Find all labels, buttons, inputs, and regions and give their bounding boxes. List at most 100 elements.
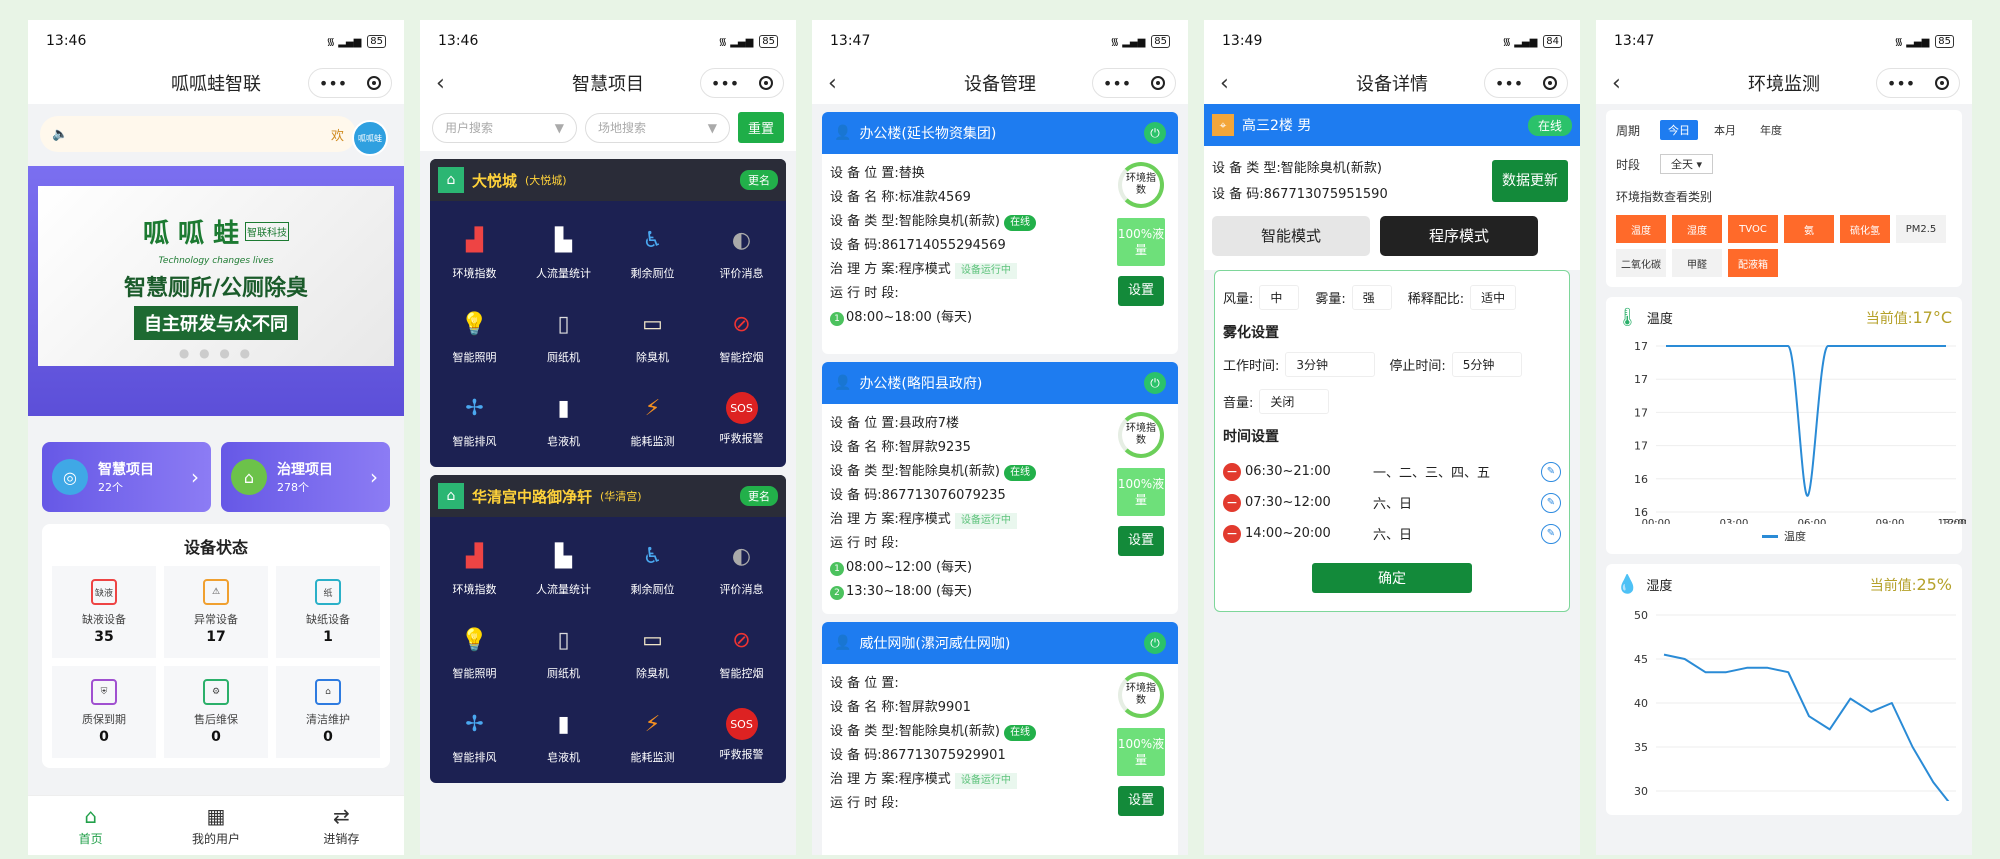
close-target-icon[interactable]	[759, 76, 774, 90]
remove-icon[interactable]: −	[1223, 462, 1241, 481]
status-abnormal[interactable]: ⚠ 异常设备 17	[164, 566, 268, 658]
site-search-select[interactable]: 场地搜索 ▼	[585, 112, 730, 143]
feature-soap[interactable]: ▮ 皂液机	[519, 693, 608, 777]
mini-capsule[interactable]: •••	[700, 68, 784, 98]
more-icon[interactable]: •••	[1495, 74, 1523, 93]
close-target-icon[interactable]	[1151, 76, 1166, 90]
stop-time-select[interactable]: 5分钟	[1451, 352, 1522, 377]
feature-lighting[interactable]: 💡 智能照明	[430, 293, 519, 377]
status-cleaning[interactable]: ⌂ 清洁维护 0	[276, 666, 380, 758]
feature-paper[interactable]: ▯ 厕纸机	[519, 609, 608, 693]
power-icon[interactable]: ⏻	[1144, 122, 1166, 144]
feature-deodorizer[interactable]: ▭ 除臭机	[608, 609, 697, 693]
cat-ammonia[interactable]: 氨	[1784, 215, 1834, 243]
status-aftersale[interactable]: ⚙ 售后维保 0	[164, 666, 268, 758]
feature-env-index[interactable]: ▟ 环境指数	[430, 209, 519, 293]
period-year[interactable]: 年度	[1752, 120, 1790, 140]
back-icon[interactable]: ‹	[1612, 71, 1621, 96]
status-warranty[interactable]: ⛨ 质保到期 0	[52, 666, 156, 758]
cat-liquid-box[interactable]: 配液箱	[1728, 249, 1778, 277]
env-index-ring[interactable]: 环境指数	[1118, 162, 1164, 208]
update-data-button[interactable]: 数据更新	[1492, 160, 1568, 202]
more-icon[interactable]: •••	[711, 74, 739, 93]
cat-pm25[interactable]: PM2.5	[1896, 215, 1946, 243]
more-icon[interactable]: •••	[319, 74, 347, 93]
ratio-select[interactable]: 适中	[1470, 285, 1517, 310]
feature-review[interactable]: ◐ 评价消息	[697, 209, 786, 293]
settings-button[interactable]: 设置	[1117, 786, 1164, 816]
notice-bar[interactable]: 🔈 欢	[40, 116, 356, 152]
feature-exhaust[interactable]: ✢ 智能排风	[430, 693, 519, 777]
tab-inventory[interactable]: ⇄ 进销存	[279, 796, 404, 855]
edit-icon[interactable]: ✎	[1541, 523, 1561, 544]
confirm-button[interactable]: 确定	[1312, 563, 1472, 593]
feature-smoke[interactable]: ⊘ 智能控烟	[697, 609, 786, 693]
smart-project-card[interactable]: ◎ 智慧项目 22个 ›	[42, 442, 211, 512]
mini-capsule[interactable]: •••	[1092, 68, 1176, 98]
feature-energy[interactable]: ⚡ 能耗监测	[608, 377, 697, 461]
edit-icon[interactable]: ✎	[1541, 492, 1561, 513]
feature-traffic[interactable]: ▙ 人流量统计	[519, 209, 608, 293]
feature-traffic[interactable]: ▙ 人流量统计	[519, 525, 608, 609]
feature-env-index[interactable]: ▟ 环境指数	[430, 525, 519, 609]
period-today[interactable]: 今日	[1660, 120, 1699, 140]
feature-lighting[interactable]: 💡 智能照明	[430, 609, 519, 693]
cat-co2[interactable]: 二氧化碳	[1616, 249, 1666, 277]
cat-formaldehyde[interactable]: 甲醛	[1672, 249, 1722, 277]
reset-button[interactable]: 重置	[738, 112, 785, 143]
tab-home[interactable]: ⌂ 首页	[28, 796, 153, 855]
program-mode-button[interactable]: 程序模式	[1380, 216, 1538, 256]
feature-sos[interactable]: SOS 呼救报警	[697, 693, 786, 777]
close-target-icon[interactable]	[367, 76, 382, 90]
feature-vacancy[interactable]: ♿ 剩余厕位	[608, 525, 697, 609]
env-index-ring[interactable]: 环境指数	[1118, 672, 1164, 718]
back-icon[interactable]: ‹	[1220, 71, 1229, 96]
more-icon[interactable]: •••	[1103, 74, 1131, 93]
close-target-icon[interactable]	[1543, 76, 1558, 90]
smart-mode-button[interactable]: 智能模式	[1212, 216, 1370, 256]
edit-icon[interactable]: ✎	[1541, 461, 1561, 482]
rename-button[interactable]: 更名	[740, 170, 778, 190]
back-icon[interactable]: ‹	[828, 71, 837, 96]
feature-sos[interactable]: SOS 呼救报警	[697, 377, 786, 461]
feature-paper[interactable]: ▯ 厕纸机	[519, 293, 608, 377]
feature-vacancy[interactable]: ♿ 剩余厕位	[608, 209, 697, 293]
mini-capsule[interactable]: •••	[1876, 68, 1960, 98]
close-target-icon[interactable]	[1935, 76, 1950, 90]
cat-humidity[interactable]: 湿度	[1672, 215, 1722, 243]
feature-energy[interactable]: ⚡ 能耗监测	[608, 693, 697, 777]
remove-icon[interactable]: −	[1223, 524, 1241, 543]
period-month[interactable]: 本月	[1706, 120, 1744, 140]
cat-h2s[interactable]: 硫化氢	[1840, 215, 1890, 243]
banner[interactable]: 呱 呱 蛙智联科技 Technology changes lives 智慧厕所/…	[28, 166, 404, 416]
settings-button[interactable]: 设置	[1117, 276, 1164, 306]
feature-exhaust[interactable]: ✢ 智能排风	[430, 377, 519, 461]
status-low-paper[interactable]: 纸缺纸设备 1	[276, 566, 380, 658]
cat-temperature[interactable]: 温度	[1616, 215, 1666, 243]
work-time-select[interactable]: 3分钟	[1285, 352, 1376, 377]
govern-project-card[interactable]: ⌂ 治理项目 278个 ›	[221, 442, 390, 512]
feature-deodorizer[interactable]: ▭ 除臭机	[608, 293, 697, 377]
mini-capsule[interactable]: •••	[308, 68, 392, 98]
mist-select[interactable]: 强	[1351, 285, 1392, 310]
mini-capsule[interactable]: •••	[1484, 68, 1568, 98]
env-index-ring[interactable]: 环境指数	[1118, 412, 1164, 458]
remove-icon[interactable]: −	[1223, 493, 1241, 512]
tab-users[interactable]: ▦ 我的用户	[153, 796, 278, 855]
rename-button[interactable]: 更名	[740, 486, 778, 506]
volume-select[interactable]: 关闭	[1259, 389, 1330, 414]
feature-soap[interactable]: ▮ 皂液机	[519, 377, 608, 461]
user-search-select[interactable]: 用户搜索 ▼	[432, 112, 577, 143]
status-low-liquid[interactable]: 缺液 缺液设备 35	[52, 566, 156, 658]
power-icon[interactable]: ⏻	[1144, 632, 1166, 654]
cat-tvoc[interactable]: TVOC	[1728, 215, 1778, 243]
carousel-dots[interactable]: ● ● ● ●	[28, 346, 404, 360]
settings-button[interactable]: 设置	[1117, 526, 1164, 556]
wind-select[interactable]: 中	[1259, 285, 1300, 310]
avatar[interactable]: 呱呱蛙	[352, 120, 388, 156]
slot-select[interactable]: 全天 ▾	[1660, 154, 1714, 174]
feature-review[interactable]: ◐ 评价消息	[697, 525, 786, 609]
more-icon[interactable]: •••	[1887, 74, 1915, 93]
back-icon[interactable]: ‹	[436, 71, 445, 96]
power-icon[interactable]: ⏻	[1144, 372, 1166, 394]
